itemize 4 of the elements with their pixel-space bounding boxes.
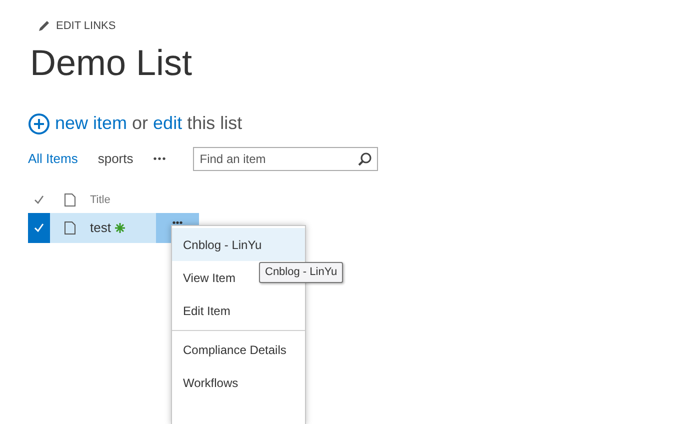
action-text: or xyxy=(132,112,148,136)
page-title: Demo List xyxy=(30,42,194,82)
tooltip: Cnblog - LinYu xyxy=(259,262,344,282)
action-text: this list xyxy=(187,112,242,136)
